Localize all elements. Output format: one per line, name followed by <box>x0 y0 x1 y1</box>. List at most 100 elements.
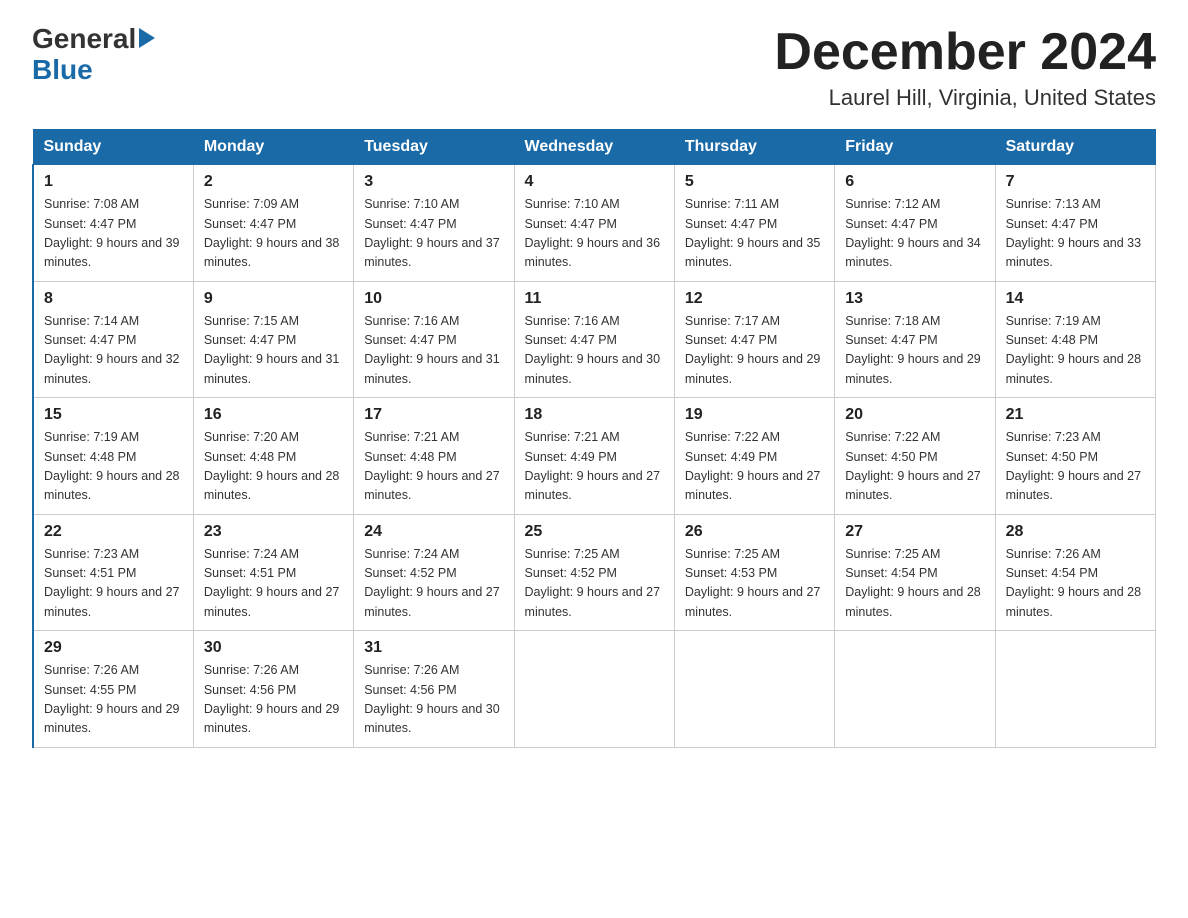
day-number: 19 <box>685 406 824 424</box>
day-number: 10 <box>364 290 503 308</box>
calendar-cell: 3 Sunrise: 7:10 AMSunset: 4:47 PMDayligh… <box>354 165 514 282</box>
calendar-cell: 25 Sunrise: 7:25 AMSunset: 4:52 PMDaylig… <box>514 514 674 631</box>
day-number: 29 <box>44 639 183 657</box>
calendar-cell: 14 Sunrise: 7:19 AMSunset: 4:48 PMDaylig… <box>995 281 1155 398</box>
day-number: 11 <box>525 290 664 308</box>
calendar-cell: 5 Sunrise: 7:11 AMSunset: 4:47 PMDayligh… <box>674 165 834 282</box>
day-info: Sunrise: 7:21 AMSunset: 4:49 PMDaylight:… <box>525 428 664 506</box>
day-info: Sunrise: 7:12 AMSunset: 4:47 PMDaylight:… <box>845 195 984 273</box>
day-info: Sunrise: 7:19 AMSunset: 4:48 PMDaylight:… <box>1006 312 1145 390</box>
calendar-table: SundayMondayTuesdayWednesdayThursdayFrid… <box>32 129 1156 748</box>
col-header-tuesday: Tuesday <box>354 130 514 165</box>
logo-general: General <box>32 24 155 55</box>
day-info: Sunrise: 7:13 AMSunset: 4:47 PMDaylight:… <box>1006 195 1145 273</box>
calendar-cell: 24 Sunrise: 7:24 AMSunset: 4:52 PMDaylig… <box>354 514 514 631</box>
calendar-cell: 8 Sunrise: 7:14 AMSunset: 4:47 PMDayligh… <box>33 281 193 398</box>
calendar-cell: 29 Sunrise: 7:26 AMSunset: 4:55 PMDaylig… <box>33 631 193 748</box>
day-info: Sunrise: 7:11 AMSunset: 4:47 PMDaylight:… <box>685 195 824 273</box>
day-number: 2 <box>204 173 343 191</box>
calendar-cell: 21 Sunrise: 7:23 AMSunset: 4:50 PMDaylig… <box>995 398 1155 515</box>
calendar-cell: 31 Sunrise: 7:26 AMSunset: 4:56 PMDaylig… <box>354 631 514 748</box>
day-number: 8 <box>44 290 183 308</box>
calendar-cell: 15 Sunrise: 7:19 AMSunset: 4:48 PMDaylig… <box>33 398 193 515</box>
col-header-friday: Friday <box>835 130 995 165</box>
calendar-week-row: 29 Sunrise: 7:26 AMSunset: 4:55 PMDaylig… <box>33 631 1156 748</box>
day-number: 4 <box>525 173 664 191</box>
day-info: Sunrise: 7:22 AMSunset: 4:49 PMDaylight:… <box>685 428 824 506</box>
day-info: Sunrise: 7:19 AMSunset: 4:48 PMDaylight:… <box>44 428 183 506</box>
day-info: Sunrise: 7:21 AMSunset: 4:48 PMDaylight:… <box>364 428 503 506</box>
page-header: General Blue December 2024 Laurel Hill, … <box>32 24 1156 111</box>
day-info: Sunrise: 7:25 AMSunset: 4:52 PMDaylight:… <box>525 545 664 623</box>
day-number: 13 <box>845 290 984 308</box>
day-number: 26 <box>685 523 824 541</box>
col-header-wednesday: Wednesday <box>514 130 674 165</box>
day-info: Sunrise: 7:24 AMSunset: 4:52 PMDaylight:… <box>364 545 503 623</box>
day-number: 23 <box>204 523 343 541</box>
day-info: Sunrise: 7:25 AMSunset: 4:54 PMDaylight:… <box>845 545 984 623</box>
month-title: December 2024 <box>774 24 1156 81</box>
calendar-cell: 26 Sunrise: 7:25 AMSunset: 4:53 PMDaylig… <box>674 514 834 631</box>
logo: General Blue <box>32 24 155 86</box>
day-number: 31 <box>364 639 503 657</box>
day-number: 14 <box>1006 290 1145 308</box>
day-info: Sunrise: 7:10 AMSunset: 4:47 PMDaylight:… <box>364 195 503 273</box>
day-info: Sunrise: 7:15 AMSunset: 4:47 PMDaylight:… <box>204 312 343 390</box>
title-block: December 2024 Laurel Hill, Virginia, Uni… <box>774 24 1156 111</box>
day-number: 28 <box>1006 523 1145 541</box>
calendar-cell: 28 Sunrise: 7:26 AMSunset: 4:54 PMDaylig… <box>995 514 1155 631</box>
day-number: 3 <box>364 173 503 191</box>
calendar-week-row: 1 Sunrise: 7:08 AMSunset: 4:47 PMDayligh… <box>33 165 1156 282</box>
calendar-cell <box>995 631 1155 748</box>
logo-blue-text: Blue <box>32 55 93 86</box>
day-number: 17 <box>364 406 503 424</box>
calendar-cell: 23 Sunrise: 7:24 AMSunset: 4:51 PMDaylig… <box>193 514 353 631</box>
day-number: 18 <box>525 406 664 424</box>
day-info: Sunrise: 7:25 AMSunset: 4:53 PMDaylight:… <box>685 545 824 623</box>
calendar-cell: 19 Sunrise: 7:22 AMSunset: 4:49 PMDaylig… <box>674 398 834 515</box>
col-header-sunday: Sunday <box>33 130 193 165</box>
calendar-cell: 22 Sunrise: 7:23 AMSunset: 4:51 PMDaylig… <box>33 514 193 631</box>
calendar-cell: 17 Sunrise: 7:21 AMSunset: 4:48 PMDaylig… <box>354 398 514 515</box>
day-number: 15 <box>44 406 183 424</box>
day-number: 24 <box>364 523 503 541</box>
day-info: Sunrise: 7:24 AMSunset: 4:51 PMDaylight:… <box>204 545 343 623</box>
calendar-cell <box>514 631 674 748</box>
day-number: 1 <box>44 173 183 191</box>
day-info: Sunrise: 7:14 AMSunset: 4:47 PMDaylight:… <box>44 312 183 390</box>
calendar-cell: 4 Sunrise: 7:10 AMSunset: 4:47 PMDayligh… <box>514 165 674 282</box>
col-header-thursday: Thursday <box>674 130 834 165</box>
calendar-cell: 30 Sunrise: 7:26 AMSunset: 4:56 PMDaylig… <box>193 631 353 748</box>
col-header-saturday: Saturday <box>995 130 1155 165</box>
calendar-cell: 16 Sunrise: 7:20 AMSunset: 4:48 PMDaylig… <box>193 398 353 515</box>
calendar-cell: 13 Sunrise: 7:18 AMSunset: 4:47 PMDaylig… <box>835 281 995 398</box>
day-number: 20 <box>845 406 984 424</box>
calendar-cell: 9 Sunrise: 7:15 AMSunset: 4:47 PMDayligh… <box>193 281 353 398</box>
calendar-cell: 1 Sunrise: 7:08 AMSunset: 4:47 PMDayligh… <box>33 165 193 282</box>
day-number: 27 <box>845 523 984 541</box>
day-info: Sunrise: 7:10 AMSunset: 4:47 PMDaylight:… <box>525 195 664 273</box>
day-number: 7 <box>1006 173 1145 191</box>
day-info: Sunrise: 7:18 AMSunset: 4:47 PMDaylight:… <box>845 312 984 390</box>
calendar-cell: 11 Sunrise: 7:16 AMSunset: 4:47 PMDaylig… <box>514 281 674 398</box>
logo-arrow-icon <box>139 28 155 48</box>
col-header-monday: Monday <box>193 130 353 165</box>
calendar-cell: 2 Sunrise: 7:09 AMSunset: 4:47 PMDayligh… <box>193 165 353 282</box>
day-number: 22 <box>44 523 183 541</box>
day-number: 6 <box>845 173 984 191</box>
calendar-cell: 20 Sunrise: 7:22 AMSunset: 4:50 PMDaylig… <box>835 398 995 515</box>
calendar-week-row: 8 Sunrise: 7:14 AMSunset: 4:47 PMDayligh… <box>33 281 1156 398</box>
calendar-cell: 27 Sunrise: 7:25 AMSunset: 4:54 PMDaylig… <box>835 514 995 631</box>
calendar-header-row: SundayMondayTuesdayWednesdayThursdayFrid… <box>33 130 1156 165</box>
day-number: 30 <box>204 639 343 657</box>
day-info: Sunrise: 7:09 AMSunset: 4:47 PMDaylight:… <box>204 195 343 273</box>
day-info: Sunrise: 7:26 AMSunset: 4:54 PMDaylight:… <box>1006 545 1145 623</box>
day-info: Sunrise: 7:23 AMSunset: 4:51 PMDaylight:… <box>44 545 183 623</box>
day-number: 25 <box>525 523 664 541</box>
day-info: Sunrise: 7:26 AMSunset: 4:55 PMDaylight:… <box>44 661 183 739</box>
day-info: Sunrise: 7:08 AMSunset: 4:47 PMDaylight:… <box>44 195 183 273</box>
calendar-cell <box>674 631 834 748</box>
day-number: 9 <box>204 290 343 308</box>
location-title: Laurel Hill, Virginia, United States <box>774 85 1156 111</box>
calendar-cell: 7 Sunrise: 7:13 AMSunset: 4:47 PMDayligh… <box>995 165 1155 282</box>
